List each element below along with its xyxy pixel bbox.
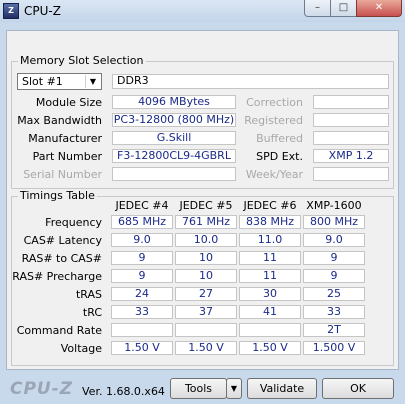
registered-value (313, 113, 389, 127)
timing-cell (175, 323, 237, 337)
timing-cell: 11.0 (239, 233, 301, 247)
manufacturer-value: G.Skill (112, 131, 236, 145)
tools-dropdown-arrow-icon[interactable]: ▼ (226, 378, 242, 399)
timing-cell: 30 (239, 287, 301, 301)
module-size-label: Module Size (35, 96, 102, 109)
timings-column-header: JEDEC #5 (179, 199, 233, 212)
timing-cell: 800 MHz (303, 215, 365, 229)
timing-cell: 2T (303, 323, 365, 337)
cpuz-app-icon[interactable]: Z (3, 3, 19, 19)
spd-ext-value: XMP 1.2 (313, 149, 389, 163)
week-year-label: Week/Year (245, 168, 303, 181)
correction-label: Correction (246, 96, 303, 109)
memory-slot-selection-title: Memory Slot Selection (18, 54, 146, 67)
timing-cell: 9 (111, 269, 173, 283)
cas-latency-label: CAS# Latency (23, 234, 102, 247)
trc-label: tRC (82, 306, 102, 319)
timing-cell: 761 MHz (175, 215, 237, 229)
timing-cell: 10 (175, 269, 237, 283)
registered-label: Registered (244, 114, 303, 127)
week-year-value (313, 167, 389, 181)
timing-cell: 10.0 (175, 233, 237, 247)
timing-cell: 1.500 V (303, 341, 365, 355)
buffered-label: Buffered (256, 132, 303, 145)
timing-cell: 10 (175, 251, 237, 265)
maximize-button[interactable]: □ (330, 0, 357, 17)
window-title: CPU-Z (24, 4, 61, 18)
title-bar: Z CPU-Z – □ ✕ (0, 0, 405, 22)
part-number-value: F3-12800CL9-4GBRL (112, 149, 236, 163)
timing-cell: 685 MHz (111, 215, 173, 229)
timing-cell: 37 (175, 305, 237, 319)
timings-column-header: XMP-1600 (306, 199, 362, 212)
timing-cell: 11 (239, 269, 301, 283)
timing-cell: 1.50 V (175, 341, 237, 355)
footer-bar: CPU-Z Ver. 1.68.0.x64 Tools ▼ Validate O… (0, 372, 405, 404)
timing-cell: 33 (111, 305, 173, 319)
serial-number-label: Serial Number (23, 168, 102, 181)
spd-panel: Memory Slot Selection Slot #1 ▼ DDR3 Mod… (6, 30, 399, 370)
timing-cell: 11 (239, 251, 301, 265)
module-size-value: 4096 MBytes (112, 95, 236, 109)
chevron-down-icon[interactable]: ▼ (85, 75, 100, 88)
close-button[interactable]: ✕ (356, 0, 402, 17)
ok-button[interactable]: OK (322, 378, 394, 399)
timing-cell: 25 (303, 287, 365, 301)
buffered-value (313, 131, 389, 145)
max-bandwidth-label: Max Bandwidth (17, 114, 102, 127)
timing-cell: 24 (111, 287, 173, 301)
timing-cell: 1.50 V (239, 341, 301, 355)
minimize-button[interactable]: – (304, 0, 331, 17)
timing-cell: 27 (175, 287, 237, 301)
timing-cell: 9.0 (303, 233, 365, 247)
tools-button[interactable]: Tools (170, 378, 227, 399)
max-bandwidth-value: PC3-12800 (800 MHz) (112, 113, 236, 127)
timing-cell (111, 323, 173, 337)
timing-cell: 9 (303, 251, 365, 265)
ras-to-cas-label: RAS# to CAS# (21, 252, 102, 265)
slot-select-value: Slot #1 (22, 75, 63, 88)
part-number-label: Part Number (32, 150, 102, 163)
timing-cell: 9 (303, 269, 365, 283)
validate-button[interactable]: Validate (247, 378, 317, 399)
timing-cell: 41 (239, 305, 301, 319)
timings-column-header: JEDEC #6 (243, 199, 297, 212)
version-text: Ver. 1.68.0.x64 (82, 385, 165, 398)
timings-column-header: JEDEC #4 (115, 199, 169, 212)
correction-value (313, 95, 389, 109)
frequency-label: Frequency (45, 216, 102, 229)
memory-type-field: DDR3 (112, 74, 389, 89)
timing-cell (239, 323, 301, 337)
timings-table-title: Timings Table (18, 189, 97, 202)
ras-precharge-label: RAS# Precharge (12, 270, 102, 283)
cpuz-logo: CPU-Z (10, 379, 74, 399)
timing-cell: 838 MHz (239, 215, 301, 229)
timing-cell: 9.0 (111, 233, 173, 247)
spd-ext-label: SPD Ext. (256, 150, 303, 163)
tras-label: tRAS (75, 288, 102, 301)
timing-cell: 1.50 V (111, 341, 173, 355)
command-rate-label: Command Rate (16, 324, 102, 337)
slot-select-dropdown[interactable]: Slot #1 ▼ (17, 73, 102, 90)
timing-cell: 33 (303, 305, 365, 319)
voltage-label: Voltage (60, 342, 102, 355)
timing-cell: 9 (111, 251, 173, 265)
serial-number-value (112, 167, 236, 181)
manufacturer-label: Manufacturer (28, 132, 102, 145)
